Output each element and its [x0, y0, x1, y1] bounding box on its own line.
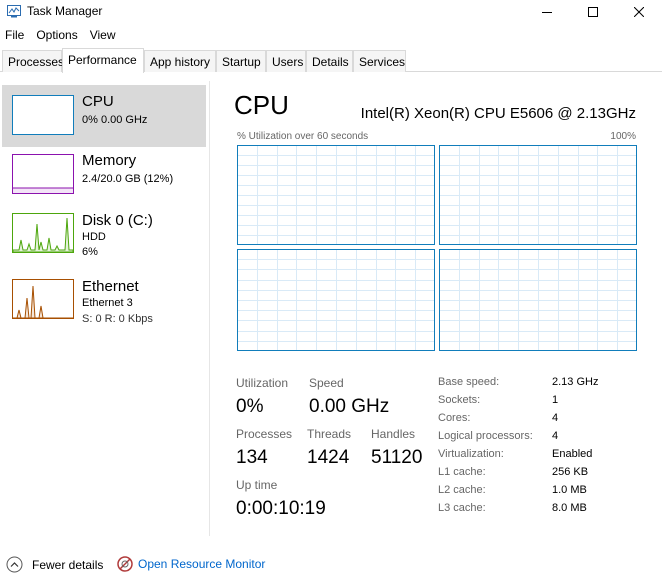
cpu-core-graph-0 — [237, 145, 435, 245]
spec-label-sockets: Sockets: — [438, 394, 481, 406]
ethernet-thumbnail — [12, 279, 74, 319]
page-title: CPU — [234, 90, 289, 120]
cpu-thumbnail — [12, 95, 74, 135]
sidebar-item-title: Disk 0 (C:) — [82, 212, 153, 229]
graph-max-label: 100% — [610, 131, 636, 142]
close-button[interactable] — [616, 0, 662, 24]
cpu-core-graph-1 — [439, 145, 637, 245]
tab-app-history[interactable]: App history — [144, 50, 216, 72]
sidebar-divider — [209, 81, 210, 536]
sidebar-item-subtitle: 0% 0.00 GHz — [82, 114, 148, 126]
resource-monitor-icon — [117, 556, 133, 572]
sidebar-item-memory[interactable]: Memory 2.4/20.0 GB (12%) — [2, 147, 206, 209]
tab-details[interactable]: Details — [306, 50, 353, 72]
spec-label-virtualization: Virtualization: — [438, 448, 504, 460]
maximize-icon — [588, 7, 598, 17]
sidebar-item-title: Memory — [82, 152, 137, 169]
threads-value: 1424 — [307, 447, 350, 468]
menu-options[interactable]: Options — [31, 26, 84, 46]
sidebar-item-subtitle-2: S: 0 R: 0 Kbps — [82, 313, 153, 325]
spec-value-l3-cache: 8.0 MB — [552, 502, 587, 514]
spec-value-l1-cache: 256 KB — [552, 466, 589, 478]
chevron-up-icon — [6, 556, 23, 573]
minimize-button[interactable] — [524, 0, 570, 24]
utilization-value: 0% — [236, 396, 264, 417]
tab-users[interactable]: Users — [266, 50, 306, 72]
sidebar-item-subtitle: Ethernet 3 — [82, 297, 133, 309]
task-manager-icon — [7, 5, 21, 18]
sidebar-item-disk[interactable]: Disk 0 (C:) HDD 6% — [2, 207, 206, 269]
sidebar: CPU 0% 0.00 GHz Memory 2.4/20.0 GB (12%)… — [0, 81, 208, 543]
handles-label: Handles — [371, 427, 416, 441]
tab-services[interactable]: Services — [353, 50, 406, 72]
graph-caption: % Utilization over 60 seconds — [237, 131, 369, 142]
speed-value: 0.00 GHz — [309, 396, 390, 417]
open-resource-monitor-label: Open Resource Monitor — [138, 557, 266, 571]
minimize-icon — [542, 12, 552, 13]
open-resource-monitor-link[interactable]: Open Resource Monitor — [117, 556, 265, 572]
sidebar-item-subtitle: 2.4/20.0 GB (12%) — [82, 173, 174, 185]
menu-view[interactable]: View — [85, 26, 123, 46]
close-icon — [634, 7, 644, 17]
sidebar-item-ethernet[interactable]: Ethernet Ethernet 3 S: 0 R: 0 Kbps — [2, 273, 206, 335]
threads-label: Threads — [307, 427, 352, 441]
sidebar-item-title: Ethernet — [82, 278, 139, 295]
tab-processes[interactable]: Processes — [2, 50, 64, 72]
processes-value: 134 — [236, 447, 268, 468]
spec-label-base-speed: Base speed: — [438, 376, 500, 388]
spec-value-virtualization: Enabled — [552, 448, 593, 460]
sidebar-item-subtitle: HDD — [82, 231, 106, 243]
spec-value-base-speed: 2.13 GHz — [552, 376, 599, 388]
fewer-details-label: Fewer details — [32, 557, 104, 572]
spec-value-logical-processors: 4 — [552, 430, 559, 442]
fewer-details-button[interactable]: Fewer details — [6, 556, 103, 573]
spec-value-sockets: 1 — [552, 394, 559, 406]
processes-label: Processes — [236, 427, 293, 441]
spec-label-logical-processors: Logical processors: — [438, 430, 533, 442]
uptime-label: Up time — [236, 478, 278, 492]
utilization-label: Utilization — [236, 376, 289, 390]
footer: Fewer details Open Resource Monitor — [0, 549, 662, 579]
tab-performance[interactable]: Performance — [62, 48, 144, 73]
spec-value-l2-cache: 1.0 MB — [552, 484, 587, 496]
window-title: Task Manager — [27, 4, 103, 18]
cpu-model-name: Intel(R) Xeon(R) CPU E5606 @ 2.13GHz — [360, 105, 636, 122]
speed-label: Speed — [309, 376, 344, 390]
spec-label-cores: Cores: — [438, 412, 471, 424]
sidebar-item-cpu[interactable]: CPU 0% 0.00 GHz — [2, 85, 206, 147]
spec-label-l3-cache: L3 cache: — [438, 502, 486, 514]
handles-value: 51120 — [371, 447, 423, 468]
menu-file[interactable]: File — [0, 26, 31, 46]
sidebar-item-subtitle-2: 6% — [82, 246, 98, 258]
maximize-button[interactable] — [570, 0, 616, 24]
sidebar-item-title: CPU — [82, 93, 114, 110]
uptime-value: 0:00:10:19 — [236, 498, 326, 519]
spec-value-cores: 4 — [552, 412, 559, 424]
cpu-core-graph-3 — [439, 249, 637, 351]
spec-label-l2-cache: L2 cache: — [438, 484, 486, 496]
memory-thumbnail — [12, 154, 74, 194]
tab-bar: Processes Performance App history Startu… — [0, 48, 662, 73]
spec-label-l1-cache: L1 cache: — [438, 466, 486, 478]
title-bar[interactable]: Task Manager — [0, 0, 662, 24]
cpu-utilization-graphs — [237, 145, 637, 351]
tab-startup[interactable]: Startup — [216, 50, 266, 72]
disk-thumbnail — [12, 213, 74, 253]
cpu-core-graph-2 — [237, 249, 435, 351]
menu-bar: File Options View — [0, 26, 123, 46]
